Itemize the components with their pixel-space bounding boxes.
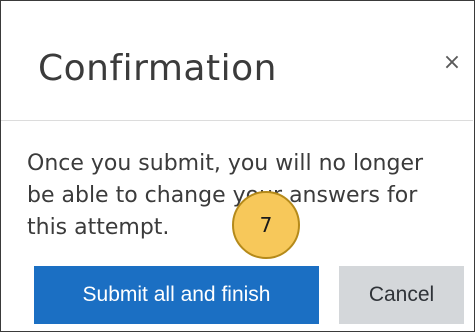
cancel-button[interactable]: Cancel — [339, 266, 464, 324]
confirmation-dialog: Confirmation × Once you submit, you will… — [0, 0, 475, 332]
dialog-header: Confirmation × — [1, 1, 473, 121]
dialog-title: Confirmation — [38, 48, 277, 89]
submit-all-and-finish-button[interactable]: Submit all and finish — [34, 266, 319, 324]
step-number-badge: 7 — [232, 191, 300, 259]
close-icon[interactable]: × — [440, 51, 464, 75]
